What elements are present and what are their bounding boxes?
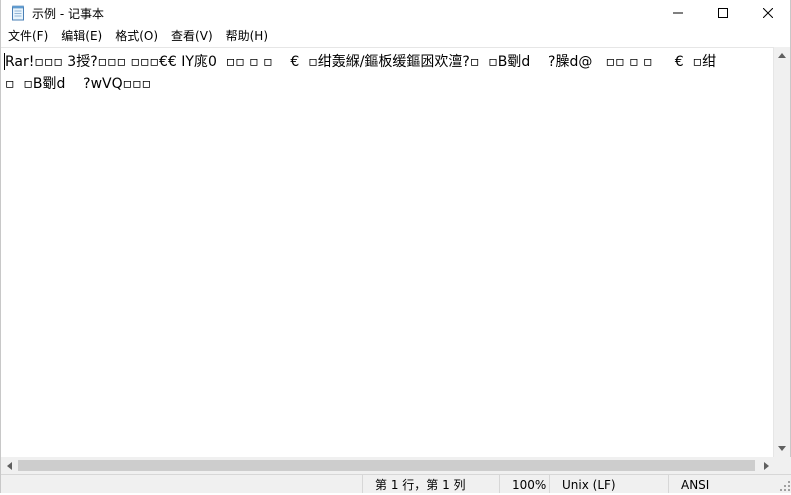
close-button[interactable] <box>745 0 790 26</box>
minimize-button[interactable] <box>655 0 700 26</box>
scroll-right-arrow-icon[interactable] <box>758 457 775 474</box>
editor-line: ▫ ▫B劅d ?wVQ▫▫▫ <box>5 76 152 92</box>
resize-grip-icon[interactable] <box>780 481 790 491</box>
menu-format[interactable]: 格式(O) <box>108 26 164 47</box>
notepad-icon <box>10 5 26 21</box>
maximize-icon <box>717 8 728 18</box>
menu-edit[interactable]: 编辑(E) <box>54 26 108 47</box>
notepad-window: 示例 - 记事本 文件(F) 编辑(E) 格式(O) 查看(V) 帮助(H) R… <box>0 0 791 493</box>
menu-file[interactable]: 文件(F) <box>1 26 54 47</box>
status-line-ending: Unix (LF) <box>549 475 668 493</box>
text-editor-area[interactable]: Rar!▫▫▫ 3授?▫▫▫ ▫▫▫€€ IY庣0 ▫▫ ▫ ▫ € ▫绀轰緥/… <box>1 47 775 458</box>
menu-view[interactable]: 查看(V) <box>164 26 219 47</box>
menu-bar: 文件(F) 编辑(E) 格式(O) 查看(V) 帮助(H) <box>1 26 790 47</box>
window-controls <box>655 0 790 26</box>
menu-help[interactable]: 帮助(H) <box>219 26 274 47</box>
editor-content[interactable]: Rar!▫▫▫ 3授?▫▫▫ ▫▫▫€€ IY庣0 ▫▫ ▫ ▫ € ▫绀轰緥/… <box>5 51 775 95</box>
text-caret <box>4 53 5 70</box>
horizontal-scroll-thumb[interactable] <box>18 460 755 471</box>
status-bar: 第 1 行，第 1 列 100% Unix (LF) ANSI <box>1 474 791 493</box>
close-icon <box>762 8 773 18</box>
status-encoding: ANSI <box>668 475 780 493</box>
scroll-down-arrow-icon[interactable] <box>774 440 790 457</box>
status-cursor-position: 第 1 行，第 1 列 <box>362 475 499 493</box>
vertical-scrollbar[interactable] <box>773 47 790 457</box>
scroll-up-arrow-icon[interactable] <box>774 47 790 64</box>
status-zoom: 100% <box>499 475 549 493</box>
minimize-icon <box>672 12 683 14</box>
editor-line: Rar!▫▫▫ 3授?▫▫▫ ▫▫▫€€ IY庣0 ▫▫ ▫ ▫ € ▫绀轰緥/… <box>5 54 717 70</box>
maximize-button[interactable] <box>700 0 745 26</box>
horizontal-scrollbar[interactable] <box>1 457 791 474</box>
scroll-left-arrow-icon[interactable] <box>1 457 18 474</box>
window-title: 示例 - 记事本 <box>32 6 104 21</box>
title-bar[interactable]: 示例 - 记事本 <box>1 0 790 26</box>
